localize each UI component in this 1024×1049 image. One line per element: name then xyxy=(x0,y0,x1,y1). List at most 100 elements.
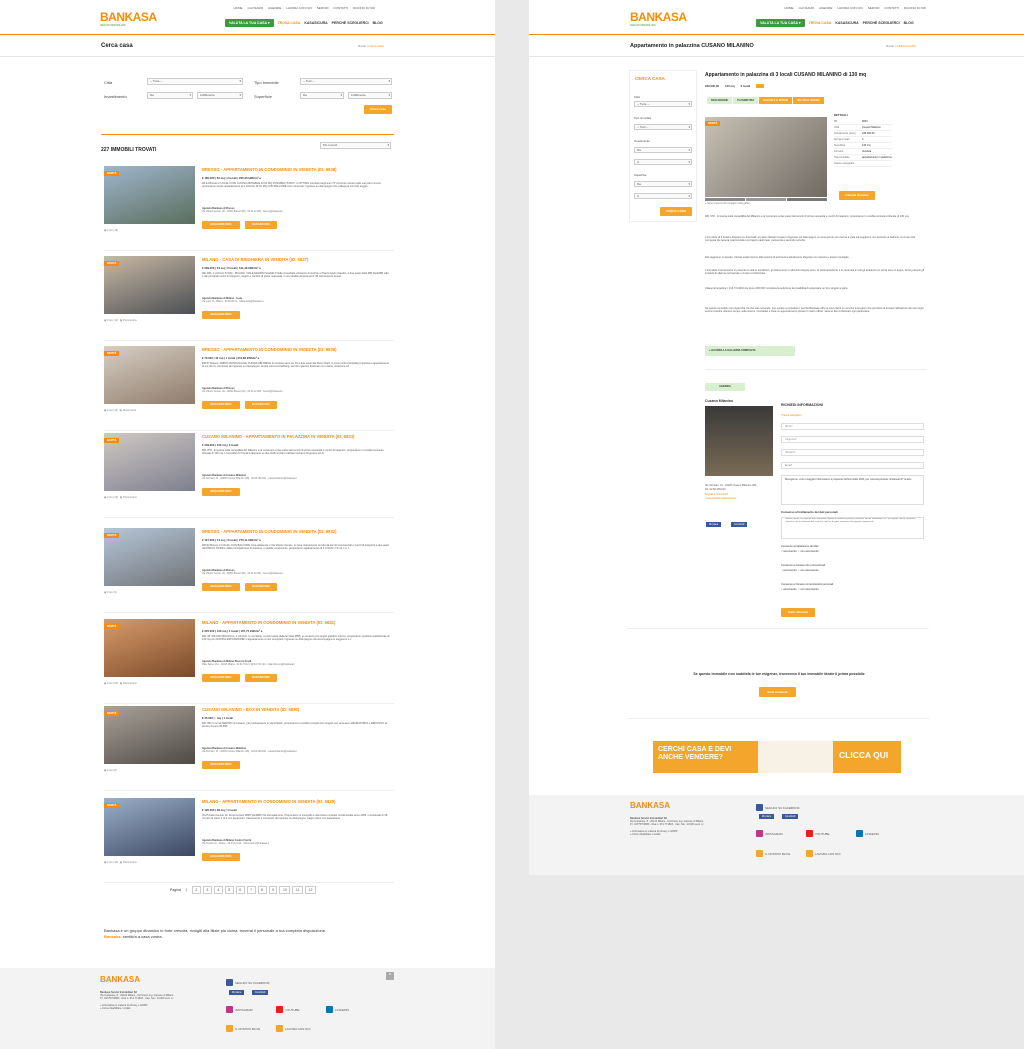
listing-photo[interactable]: NOVITÀ xyxy=(104,619,195,677)
page-link[interactable]: 4 xyxy=(213,886,223,894)
superficie-da-select[interactable]: Da xyxy=(300,92,344,99)
page-link[interactable]: 7 xyxy=(246,886,256,894)
listing-foto-count[interactable]: ▣ Foto (10) ▦ Planimetria xyxy=(104,860,136,864)
radio-yes[interactable]: ○ acconsento xyxy=(781,550,797,553)
listing-photo[interactable]: NOVITÀ xyxy=(104,433,195,491)
share-button[interactable]: Condividi xyxy=(782,814,799,819)
investimento-da-select[interactable]: Da xyxy=(147,92,193,99)
logo[interactable]: BANKASA SERVIZI IMMOBILIARI xyxy=(100,10,157,30)
maggiori-info-button[interactable]: MAGGIORI INFO xyxy=(202,583,240,591)
nav-perche[interactable]: PERCHÈ SCEGLIERCI xyxy=(332,21,369,25)
tab-planimetria[interactable]: PLANIMETRIA xyxy=(733,97,759,104)
instagram-link[interactable]: INSTAGRAM xyxy=(756,830,783,837)
consent-textbox[interactable]: Gentile Cliente, nel rispetto della norm… xyxy=(781,517,924,539)
thumbnail[interactable] xyxy=(787,198,827,201)
page-link[interactable]: 5 xyxy=(224,886,234,894)
listing-title[interactable]: MILANO - APPARTAMENTO IN CONDOMINIO IN V… xyxy=(202,799,392,804)
listing-title[interactable]: BRESSO - APPARTAMENTO IN CONDOMINIO IN V… xyxy=(202,529,392,534)
youtube-link[interactable]: YOUTUBE xyxy=(276,1006,300,1013)
radio-no[interactable]: ○ non acconsento xyxy=(798,569,819,572)
listing-foto-count[interactable]: ▣ Foto (13) xyxy=(104,228,118,232)
linkedin-link[interactable]: LINKEDIN xyxy=(326,1006,349,1013)
radio-no[interactable]: ○ non acconsento xyxy=(798,550,819,553)
topnav-item[interactable]: AGENZIE xyxy=(268,6,281,10)
maggiori-info-button[interactable]: MAGGIORI INFO xyxy=(202,401,240,409)
sidebar-citta-select[interactable]: -- Tutte -- xyxy=(634,101,692,107)
kasasicura-button[interactable]: KASASICURA xyxy=(245,674,277,682)
footer-cookie-link[interactable]: » Come disabilitare i cookie xyxy=(630,833,661,836)
investimento-a-select[interactable]: indifferente xyxy=(197,92,243,99)
cerca-casa-button[interactable]: Cerca casa xyxy=(364,105,392,114)
listing-title[interactable]: MILANO - CASA DI RINGHIERA IN VENDITA (I… xyxy=(202,257,392,262)
nav-kasasicura[interactable]: KASASICURA xyxy=(304,21,327,25)
kasasicura-button[interactable]: KASASICURA xyxy=(245,401,277,409)
linkedin-link[interactable]: LINKEDIN xyxy=(856,830,879,837)
listing-title[interactable]: BRESSO - APPARTAMENTO IN CONDOMINIO IN V… xyxy=(202,347,392,352)
kasasicura-button[interactable]: KASASICURA xyxy=(245,221,277,229)
scroll-top-icon[interactable]: ^ xyxy=(386,972,394,980)
valuta-button[interactable]: VALUTA LA TUA CASA ▾ xyxy=(225,19,274,27)
agency-email[interactable]: cusanomilanino@bankasa.it xyxy=(705,497,736,500)
page-link[interactable]: 11 xyxy=(292,886,304,894)
topnav-item[interactable]: CHI SIAMO xyxy=(799,6,815,10)
topnav-item[interactable]: LAVORA CON NOI xyxy=(286,6,311,10)
lavora-link[interactable]: LAVORA CON NOI xyxy=(276,1025,310,1032)
listing-plan-label[interactable]: Planimetria xyxy=(123,409,136,412)
agency-share-button[interactable]: Condividi xyxy=(731,522,748,527)
page-link[interactable]: 8 xyxy=(257,886,267,894)
listing-foto-count[interactable]: ▣ Foto (20) ▦ Planimetria xyxy=(104,681,136,685)
radio-yes[interactable]: ○ acconsento xyxy=(781,588,797,591)
listing-title[interactable]: BRESSO - APPARTAMENTO IN CONDOMINIO IN V… xyxy=(202,167,392,172)
listing-plan-label[interactable]: Planimetria xyxy=(123,682,136,685)
property-main-photo[interactable]: NOVITÀ xyxy=(705,117,827,197)
nav-blog[interactable]: BLOG xyxy=(373,21,383,25)
listing-photo[interactable]: NOVITÀ xyxy=(104,166,195,224)
nav-blog[interactable]: BLOG xyxy=(904,21,914,25)
sidebar-sup-a[interactable]: A xyxy=(634,193,692,199)
listing-plan-label[interactable]: Planimetria xyxy=(123,496,136,499)
tipo-select[interactable]: -- Tutti -- xyxy=(300,78,392,85)
listing-photo[interactable]: NOVITÀ xyxy=(104,798,195,856)
thumbnail[interactable] xyxy=(705,198,745,201)
maggiori-info-button[interactable]: MAGGIORI INFO xyxy=(202,674,240,682)
blog-link[interactable]: IL NOSTRO BLOG xyxy=(756,850,790,857)
share-button[interactable]: Condividi xyxy=(252,990,269,995)
nav-trova-casa[interactable]: TROVA CASA xyxy=(278,21,301,25)
valuta-button[interactable]: VALUTA LA TUA CASA ▾ xyxy=(756,19,805,27)
listing-photo[interactable]: NOVITÀ xyxy=(104,528,195,586)
promo-banner[interactable]: CERCHI CASA E DEVI ANCHE VENDERE? CLICCA… xyxy=(653,741,901,773)
citta-select[interactable]: -- Tutte -- xyxy=(147,78,243,85)
lavora-link[interactable]: LAVORA CON NOI xyxy=(806,850,840,857)
listing-title[interactable]: CUSANO MILANINO - APPARTAMENTO IN PALAZZ… xyxy=(202,434,392,439)
nav-kasasicura[interactable]: KASASICURA xyxy=(835,21,858,25)
topnav-item[interactable]: SERVIZI xyxy=(317,6,329,10)
listing-foto-count[interactable]: ▣ Foto (20) ▦ Planimetria xyxy=(104,495,136,499)
youtube-link[interactable]: YOUTUBE xyxy=(806,830,830,837)
listing-photo[interactable]: NOVITÀ xyxy=(104,256,195,314)
topnav-item[interactable]: LAVORA CON NOI xyxy=(837,6,862,10)
listing-title[interactable]: CUSANO MILANINO - BOX IN VENDITA (ID: 68… xyxy=(202,707,392,712)
form-submit-button[interactable]: Invia richiesta xyxy=(781,608,815,617)
tab-mutuo[interactable]: CALCOLA IL MUTUO xyxy=(759,97,793,104)
topnav-item[interactable]: CHI SIAMO xyxy=(248,6,264,10)
cta-button[interactable]: Invia richiesta xyxy=(759,687,796,697)
logo[interactable]: BANKASA SERVIZI IMMOBILIARI xyxy=(630,10,687,30)
listing-foto-count[interactable]: ▣ Foto (9) xyxy=(104,590,117,594)
page-link[interactable]: 12 xyxy=(305,886,316,894)
breadcrumb-home[interactable]: Home xyxy=(886,44,894,48)
maggiori-info-button[interactable]: MAGGIORI INFO xyxy=(202,221,240,229)
listing-foto-count[interactable]: ▣ Foto (14) ▦ Planimetria xyxy=(104,318,136,322)
page-link[interactable]: 1 xyxy=(183,887,190,893)
like-button[interactable]: Mi piace xyxy=(229,990,245,995)
listing-title[interactable]: MILANO - APPARTAMENTO IN CONDOMINIO IN V… xyxy=(202,620,392,625)
maggiori-info-button[interactable]: MAGGIORI INFO xyxy=(202,853,240,861)
nome-input[interactable]: Nome* xyxy=(781,423,924,430)
sidebar-inv-da[interactable]: Da xyxy=(634,147,692,153)
listing-foto-count[interactable]: ▣ Foto (8) xyxy=(104,768,117,772)
listing-plan-label[interactable]: Planimetria xyxy=(123,861,136,864)
kasasicura-button[interactable]: KASASICURA xyxy=(245,583,277,591)
topnav-item[interactable]: HOME xyxy=(234,6,243,10)
nav-perche[interactable]: PERCHÈ SCEGLIERCI xyxy=(863,21,900,25)
superficie-a-select[interactable]: indifferente xyxy=(348,92,392,99)
topnav-item[interactable]: DICONO DI NOI xyxy=(353,6,375,10)
